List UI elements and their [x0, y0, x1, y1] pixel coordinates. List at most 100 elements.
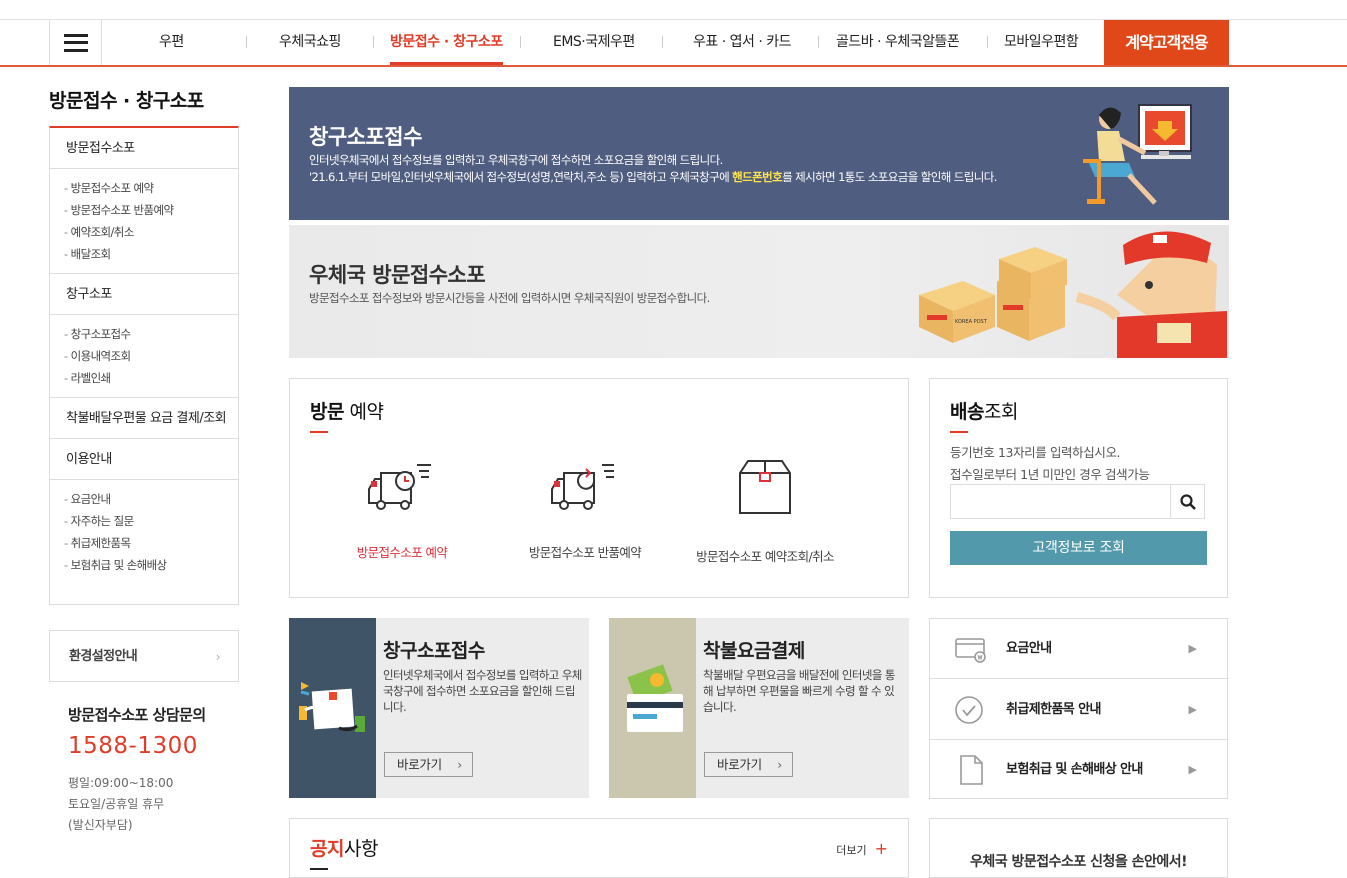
card-side: [609, 618, 696, 798]
option-label: 방문접수소포 예약: [356, 545, 448, 560]
tracking-guide: 등기번호 13자리를 입력하십시오.: [950, 445, 1121, 460]
visit-reserve-option[interactable]: 방문접수소포 예약: [312, 459, 492, 561]
link-label: 보험취급 및 손해배상 안내: [1006, 762, 1143, 777]
lnb-item-faq[interactable]: 자주하는 질문: [64, 510, 238, 532]
panel-title: 방문 예약: [310, 397, 384, 424]
go-button[interactable]: 바로가기 ›: [704, 752, 793, 777]
gnb-separator: [662, 36, 663, 48]
triangle-right-icon: ▶: [1188, 703, 1197, 716]
cs-phone: 1588-1300: [68, 733, 198, 759]
lnb-group-guide[interactable]: 이용안내: [50, 439, 238, 480]
gnb-separator: [373, 36, 374, 48]
banner-title: 우체국 방문접수소포: [309, 263, 486, 287]
gnb-item-parcel[interactable]: 방문접수 · 창구소포: [390, 20, 503, 65]
customer-service: 방문접수소포 상담문의 1588-1300 평일:09:00~18:00 토요일…: [68, 704, 206, 836]
go-button[interactable]: 바로가기 ›: [384, 752, 473, 777]
environment-settings-link[interactable]: 환경설정안내 ›: [49, 630, 239, 682]
local-navigation: 방문접수소포 방문접수소포 예약 방문접수소포 반품예약 예약조회/취소 배달조…: [49, 126, 239, 605]
banner-text: '21.6.1.부터 모바일,인터넷우체국에서 접수정보(성명,연락처,주소 등…: [309, 170, 733, 184]
person-at-computer-illustration: [1083, 104, 1192, 205]
delivery-tracking-panel: 배송조회 등기번호 13자리를 입력하십시오. 접수일로부터 1년 미만인 경우…: [929, 378, 1228, 598]
gnb-item-post[interactable]: 우편: [159, 20, 184, 65]
chevron-right-icon: ›: [457, 757, 462, 772]
panel-title-bold: 공지: [310, 838, 344, 860]
counter-parcel-card[interactable]: 창구소포접수 인터넷우체국에서 접수정보를 입력하고 우체국창구에 접수하면 소…: [289, 618, 589, 798]
counter-parcel-banner[interactable]: 창구소포접수 인터넷우체국에서 접수정보를 입력하고 우체국창구에 접수하면 소…: [289, 87, 1229, 220]
title-underline: [310, 431, 328, 433]
lnb-item-label-print[interactable]: 라벨인쇄: [64, 367, 238, 389]
panel-title-rest: 조회: [983, 401, 1018, 423]
lnb-item-fees[interactable]: 요금안내: [64, 488, 238, 510]
panel-title-rest: 예약: [343, 401, 384, 423]
postman-with-boxes-illustration: KOREA POST: [919, 231, 1227, 358]
gnb-item-stamps[interactable]: 우표 · 엽서 · 카드: [693, 20, 791, 65]
search-button[interactable]: [1170, 484, 1205, 519]
lnb-title: 방문접수 · 창구소포: [49, 90, 204, 112]
visit-parcel-banner[interactable]: 우체국 방문접수소포 방문접수소포 접수정보와 방문시간등을 사전에 입력하시면…: [289, 225, 1229, 358]
lnb-group-visit-parcel[interactable]: 방문접수소포: [50, 128, 238, 169]
banner-highlight: 핸드폰번호: [732, 170, 783, 184]
gnb-item-ems[interactable]: EMS·국제우편: [553, 20, 635, 65]
check-circle-icon: [955, 696, 983, 724]
lnb-item-usage-history[interactable]: 이용내역조회: [64, 345, 238, 367]
link-insurance[interactable]: 보험취급 및 손해배상 안내 ▶: [930, 740, 1227, 800]
gnb-item-mobile-mailbox[interactable]: 모바일우편함: [1004, 20, 1079, 65]
app-promo-panel[interactable]: 우체국 방문접수소포 신청을 손안에서!: [929, 818, 1228, 878]
contract-customer-button[interactable]: 계약고객전용: [1104, 20, 1229, 65]
menu-button[interactable]: [49, 20, 102, 65]
triangle-right-icon: ▶: [1188, 642, 1197, 655]
lnb-item-delivery-lookup[interactable]: 배달조회: [64, 243, 238, 265]
lnb-group-cod-payment[interactable]: 착불배달우편물 요금 결제/조회: [50, 398, 238, 439]
gnb-separator: [246, 36, 247, 48]
fee-card-icon: [955, 638, 986, 663]
banner-title: 창구소포접수: [309, 125, 422, 149]
banner-description: 인터넷우체국에서 접수정보를 입력하고 우체국창구에 접수하면 소포요금을 할인…: [309, 152, 997, 186]
lnb-item-visit-reserve[interactable]: 방문접수소포 예약: [64, 177, 238, 199]
hands-parcel-icon: [299, 682, 365, 732]
panel-title: 공지사항: [310, 834, 378, 861]
tracking-guide: 접수일로부터 1년 미만인 경우 검색가능: [950, 467, 1150, 482]
panel-title: 배송조회: [950, 397, 1018, 424]
banner-description: 방문접수소포 접수정보와 방문시간등을 사전에 입력하시면 우체국직원이 방문접…: [309, 291, 710, 305]
gnb-item-shopping[interactable]: 우체국쇼핑: [279, 20, 341, 65]
lnb-group-counter-parcel[interactable]: 창구소포: [50, 274, 238, 315]
gnb-separator: [818, 36, 819, 48]
go-label: 바로가기: [717, 757, 762, 772]
link-fee-guide[interactable]: 요금안내 ▶: [930, 619, 1227, 679]
chevron-right-icon: ›: [215, 650, 221, 664]
card-description: 착불배달 우편요금을 배달전에 인터넷을 통해 납부하면 우편물을 빠르게 수령…: [703, 668, 895, 714]
card-title: 창구소포접수: [383, 640, 485, 662]
lnb-item-insurance[interactable]: 보험취급 및 손해배상: [64, 554, 238, 576]
truck-clock-icon: [368, 464, 431, 510]
lnb-item-return-reserve[interactable]: 방문접수소포 반품예약: [64, 199, 238, 221]
more-label: 더보기: [836, 844, 867, 857]
go-label: 바로가기: [397, 757, 442, 772]
banner-line: '21.6.1.부터 모바일,인터넷우체국에서 접수정보(성명,연락처,주소 등…: [309, 169, 997, 186]
card-payment-icon: [627, 664, 683, 732]
reserve-lookup-option[interactable]: 방문접수소포 예약조회/취소: [675, 459, 855, 565]
more-link[interactable]: 더보기 +: [836, 839, 888, 858]
quick-links-panel: 요금안내 ▶ 취급제한품목 안내 ▶ 보험취급 및 손해배상 안내 ▶: [929, 618, 1228, 799]
gnb-separator: [520, 36, 521, 48]
lnb-item-reserve-lookup[interactable]: 예약조회/취소: [64, 221, 238, 243]
notice-panel: 공지사항 더보기 +: [289, 818, 909, 878]
title-underline: [310, 868, 328, 870]
lnb-sublist: 요금안내 자주하는 질문 취급제한품목 보험취급 및 손해배상: [50, 480, 238, 584]
option-label: 방문접수소포 반품예약: [528, 545, 642, 560]
return-reserve-option[interactable]: 방문접수소포 반품예약: [495, 459, 675, 561]
link-label: 요금안내: [1006, 641, 1052, 656]
link-restricted-items[interactable]: 취급제한품목 안내 ▶: [930, 680, 1227, 740]
card-description: 인터넷우체국에서 접수정보를 입력하고 우체국창구에 접수하면 소포요금을 할인…: [383, 668, 582, 714]
cs-holiday: 토요일/공휴일 휴무: [68, 797, 165, 811]
cod-payment-card[interactable]: 착불요금결제 착불배달 우편요금을 배달전에 인터넷을 통해 납부하면 우편물을…: [609, 618, 909, 798]
cs-title: 방문접수소포 상담문의: [68, 706, 206, 724]
tracking-number-input[interactable]: [950, 484, 1170, 519]
hamburger-icon: [63, 33, 88, 52]
banner-text: 를 제시하면 1통도 소포요금을 할인해 드립니다.: [782, 170, 997, 184]
lnb-item-restricted-items[interactable]: 취급제한품목: [64, 532, 238, 554]
customer-info-lookup-button[interactable]: 고객정보로 조회: [950, 531, 1207, 565]
card-side: [289, 618, 376, 798]
gnb-item-goldbar[interactable]: 골드바 · 우체국알뜰폰: [836, 20, 960, 65]
lnb-item-counter-receipt[interactable]: 창구소포접수: [64, 323, 238, 345]
gnb-separator: [987, 36, 988, 48]
